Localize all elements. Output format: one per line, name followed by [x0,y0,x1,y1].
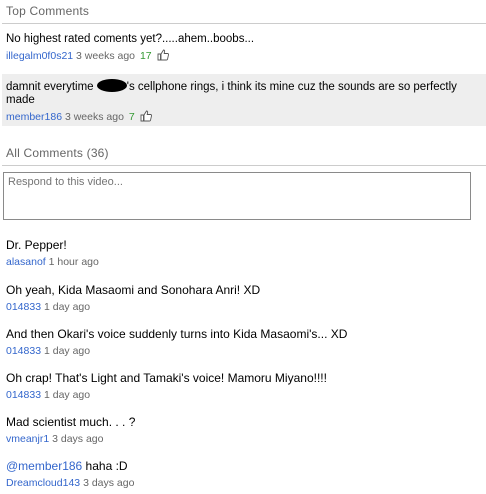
comment-item: Dr. Pepper! alasanof 1 hour ago [6,238,476,268]
comment-meta: illegalm0f0s21 3 weeks ago 17 [6,49,482,64]
comment-author-link[interactable]: illegalm0f0s21 [6,50,73,62]
comment-author-link[interactable]: member186 [6,111,62,123]
comment-time: 3 days ago [83,477,135,489]
redaction-blob [96,79,127,92]
comment-text: damnit everytime 's cellphone rings, i t… [6,79,457,106]
comment-time: 3 weeks ago [76,50,136,62]
comment-item: @member186 haha :D Dreamcloud143 3 days … [6,459,476,489]
comment-item: And then Okari's voice suddenly turns in… [6,327,476,357]
comment-text: And then Okari's voice suddenly turns in… [6,327,348,341]
comment-author-link[interactable]: 014833 [6,389,41,401]
top-comment: damnit everytime 's cellphone rings, i t… [2,74,486,126]
comment-time: 1 day ago [43,345,91,357]
comment-time: 1 day ago [43,301,91,313]
respond-input[interactable] [3,172,471,220]
comment-text: No highest rated coments yet?.....ahem..… [6,33,255,45]
like-count: 17 [139,50,152,62]
comment-text: Oh yeah, Kida Masaomi and Sonohara Anri!… [6,283,261,297]
comment-meta: 014833 1 day ago [6,389,476,401]
comment-time: 1 hour ago [48,256,99,268]
comment-author-link[interactable]: Dreamcloud143 [6,477,80,489]
comment-author-link[interactable]: alasanof [6,256,46,268]
comment-time: 3 weeks ago [64,111,124,123]
comment-meta: 014833 1 day ago [6,301,476,313]
comment-meta: Dreamcloud143 3 days ago [6,477,476,489]
comment-meta: vmeanjr1 3 days ago [6,433,476,445]
comment-item: Mad scientist much. . . ? vmeanjr1 3 day… [6,415,476,445]
comment-meta: alasanof 1 hour ago [6,256,476,268]
comment-item: Oh crap! That's Light and Tamaki's voice… [6,371,476,401]
thumbs-up-icon[interactable] [140,110,152,125]
top-comments-heading: Top Comments [6,4,90,18]
comment-item: Oh yeah, Kida Masaomi and Sonohara Anri!… [6,283,476,313]
comment-text: Mad scientist much. . . ? [6,415,136,429]
top-comment: No highest rated coments yet?.....ahem..… [2,33,486,64]
comment-text: @member186 haha :D [6,459,128,473]
comment-author-link[interactable]: 014833 [6,345,41,357]
mention-link[interactable]: @member186 [6,459,82,473]
comment-meta: member186 3 weeks ago 7 [6,110,482,125]
comment-time: 1 day ago [43,389,91,401]
top-comments-divider [2,23,486,24]
comment-time: 3 days ago [52,433,104,445]
comment-author-link[interactable]: 014833 [6,301,41,313]
comment-text: Oh crap! That's Light and Tamaki's voice… [6,371,327,385]
comment-author-link[interactable]: vmeanjr1 [6,433,49,445]
comment-text: Dr. Pepper! [6,238,67,252]
all-comments-heading: All Comments (36) [6,146,109,160]
thumbs-up-icon[interactable] [157,49,169,64]
like-count: 7 [128,111,135,123]
comment-meta: 014833 1 day ago [6,345,476,357]
all-comments-divider [2,165,486,166]
